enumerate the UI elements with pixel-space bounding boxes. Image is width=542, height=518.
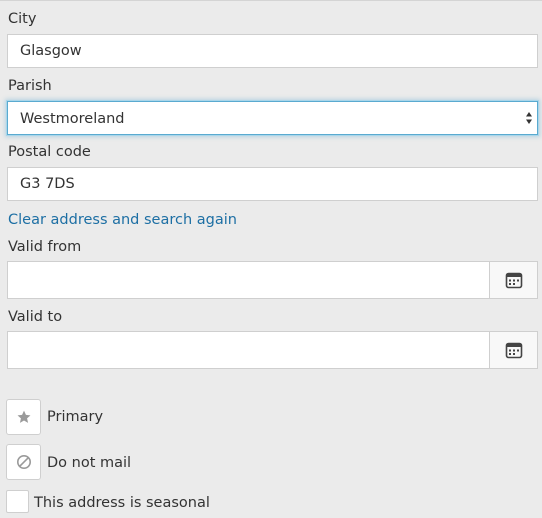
- do-not-mail-toggle-button[interactable]: [6, 444, 41, 480]
- primary-label: Primary: [47, 409, 104, 425]
- valid-from-calendar-button[interactable]: [489, 262, 537, 298]
- city-label: City: [8, 11, 37, 27]
- parish-select[interactable]: Westmoreland: [7, 101, 538, 135]
- city-value: Glasgow: [20, 43, 82, 59]
- prohibited-icon: [16, 455, 31, 469]
- valid-from-input[interactable]: [7, 261, 538, 299]
- valid-to-calendar-button[interactable]: [489, 332, 537, 368]
- star-icon: [17, 410, 30, 423]
- city-input[interactable]: Glasgow: [7, 34, 538, 68]
- valid-from-label: Valid from: [8, 239, 82, 255]
- seasonal-label: This address is seasonal: [34, 495, 210, 511]
- postal-code-value: G3 7DS: [20, 176, 75, 192]
- parish-label: Parish: [8, 78, 52, 94]
- postal-code-label: Postal code: [8, 144, 91, 160]
- select-arrows-icon: [526, 112, 532, 124]
- clear-address-link[interactable]: Clear address and search again: [8, 211, 237, 229]
- valid-to-input[interactable]: [7, 331, 538, 369]
- primary-toggle-button[interactable]: [6, 399, 41, 435]
- parish-value: Westmoreland: [20, 111, 125, 127]
- postal-code-input[interactable]: G3 7DS: [7, 167, 538, 201]
- calendar-icon: [505, 272, 522, 289]
- seasonal-checkbox[interactable]: [6, 490, 29, 513]
- do-not-mail-label: Do not mail: [47, 455, 132, 471]
- top-divider: [0, 0, 542, 1]
- calendar-icon: [505, 342, 522, 359]
- valid-to-label: Valid to: [8, 309, 63, 325]
